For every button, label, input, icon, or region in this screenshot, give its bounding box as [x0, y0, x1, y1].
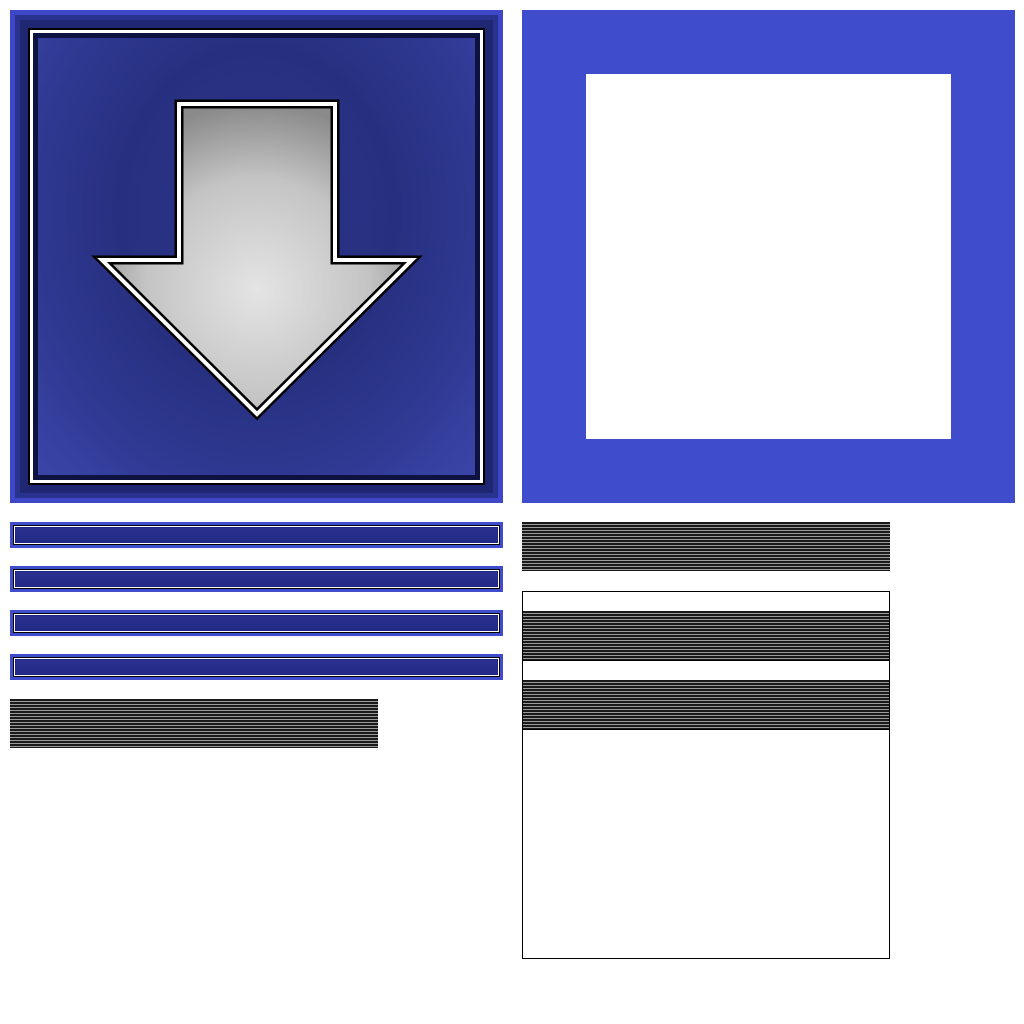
list-item-selected[interactable]: [523, 680, 889, 729]
striped-block-left: [10, 699, 378, 748]
blue-frame-square: [522, 10, 1015, 503]
progress-bar-3: [10, 610, 503, 636]
list-panel: [522, 591, 890, 959]
bar-fill: [16, 616, 497, 630]
list-divider: [523, 729, 889, 730]
list-item[interactable]: [523, 592, 889, 612]
list-item[interactable]: [523, 660, 889, 682]
bar-fill: [16, 528, 497, 542]
download-arrow-button[interactable]: [10, 10, 503, 503]
frame-square-center: [586, 74, 951, 439]
bar-fill: [16, 572, 497, 586]
striped-block-top: [522, 522, 890, 571]
down-arrow-icon: [91, 99, 423, 421]
bar-fill: [16, 660, 497, 674]
list-item-selected[interactable]: [523, 611, 889, 660]
progress-bar-1: [10, 522, 503, 548]
progress-bar-2: [10, 566, 503, 592]
progress-bar-4: [10, 654, 503, 680]
